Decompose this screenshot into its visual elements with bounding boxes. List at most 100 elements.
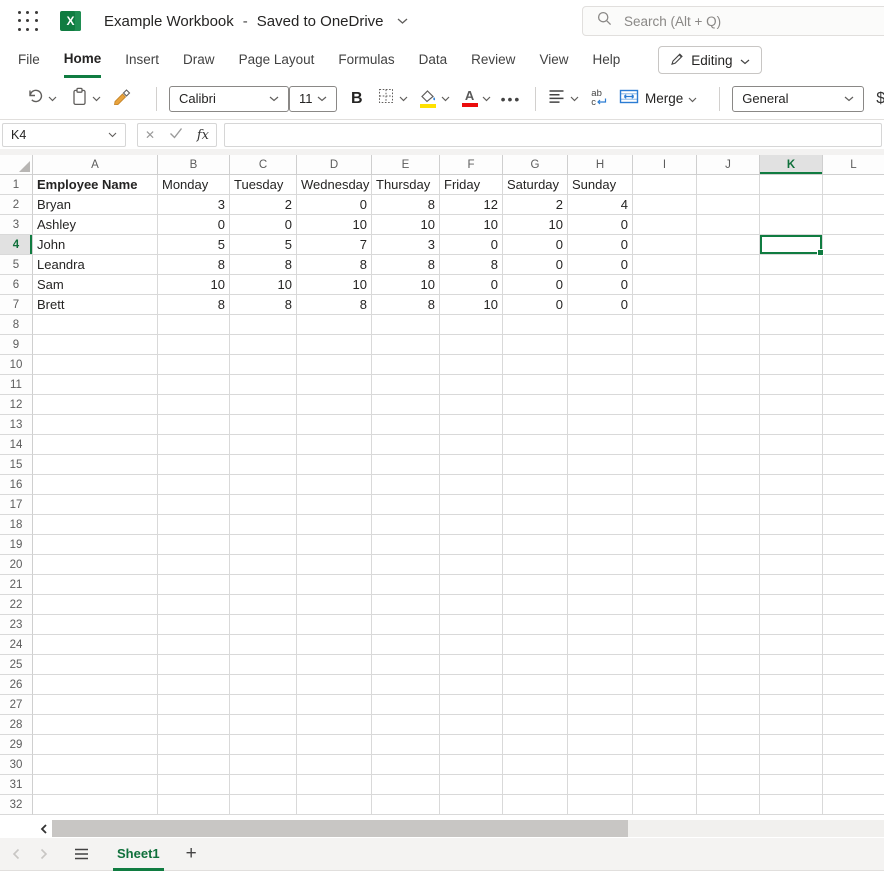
add-sheet-button[interactable]: + xyxy=(186,843,197,865)
cell-H20[interactable] xyxy=(568,555,633,575)
cell-I21[interactable] xyxy=(633,575,697,595)
cell-D13[interactable] xyxy=(297,415,372,435)
cell-F10[interactable] xyxy=(440,355,503,375)
cell-K23[interactable] xyxy=(760,615,823,635)
cell-B29[interactable] xyxy=(158,735,230,755)
cell-E5[interactable]: 8 xyxy=(372,255,440,275)
cell-D21[interactable] xyxy=(297,575,372,595)
cell-L26[interactable] xyxy=(823,675,884,695)
cell-H28[interactable] xyxy=(568,715,633,735)
cell-J16[interactable] xyxy=(697,475,760,495)
cell-I19[interactable] xyxy=(633,535,697,555)
cell-D15[interactable] xyxy=(297,455,372,475)
cell-C18[interactable] xyxy=(230,515,297,535)
cell-G10[interactable] xyxy=(503,355,568,375)
cell-C19[interactable] xyxy=(230,535,297,555)
cell-A25[interactable] xyxy=(33,655,158,675)
row-header-12[interactable]: 12 xyxy=(0,395,33,415)
cell-C30[interactable] xyxy=(230,755,297,775)
cell-E21[interactable] xyxy=(372,575,440,595)
menu-tab-page-layout[interactable]: Page Layout xyxy=(239,42,315,78)
cell-H1[interactable]: Sunday xyxy=(568,175,633,195)
menu-tab-formulas[interactable]: Formulas xyxy=(338,42,394,78)
cell-D14[interactable] xyxy=(297,435,372,455)
cell-G19[interactable] xyxy=(503,535,568,555)
cell-J3[interactable] xyxy=(697,215,760,235)
cell-H25[interactable] xyxy=(568,655,633,675)
cell-D22[interactable] xyxy=(297,595,372,615)
cell-H14[interactable] xyxy=(568,435,633,455)
cell-C27[interactable] xyxy=(230,695,297,715)
cell-H4[interactable]: 0 xyxy=(568,235,633,255)
cell-C15[interactable] xyxy=(230,455,297,475)
cell-B27[interactable] xyxy=(158,695,230,715)
cell-F12[interactable] xyxy=(440,395,503,415)
cell-F3[interactable]: 10 xyxy=(440,215,503,235)
cell-A13[interactable] xyxy=(33,415,158,435)
cell-B11[interactable] xyxy=(158,375,230,395)
cell-E22[interactable] xyxy=(372,595,440,615)
row-header-3[interactable]: 3 xyxy=(0,215,33,235)
column-header-E[interactable]: E xyxy=(372,155,440,175)
cell-A16[interactable] xyxy=(33,475,158,495)
row-header-20[interactable]: 20 xyxy=(0,555,33,575)
cell-E18[interactable] xyxy=(372,515,440,535)
row-header-27[interactable]: 27 xyxy=(0,695,33,715)
cell-D17[interactable] xyxy=(297,495,372,515)
cell-F22[interactable] xyxy=(440,595,503,615)
cell-C20[interactable] xyxy=(230,555,297,575)
cell-F9[interactable] xyxy=(440,335,503,355)
cell-L16[interactable] xyxy=(823,475,884,495)
cell-H7[interactable]: 0 xyxy=(568,295,633,315)
cell-E19[interactable] xyxy=(372,535,440,555)
cell-H30[interactable] xyxy=(568,755,633,775)
cell-G8[interactable] xyxy=(503,315,568,335)
insert-function-button[interactable]: fx xyxy=(197,128,209,143)
cell-G17[interactable] xyxy=(503,495,568,515)
cell-J22[interactable] xyxy=(697,595,760,615)
font-name-select[interactable]: Calibri xyxy=(169,86,289,112)
cell-H16[interactable] xyxy=(568,475,633,495)
search-box[interactable] xyxy=(582,6,884,36)
cell-J8[interactable] xyxy=(697,315,760,335)
cell-I17[interactable] xyxy=(633,495,697,515)
cell-F24[interactable] xyxy=(440,635,503,655)
cell-L13[interactable] xyxy=(823,415,884,435)
menu-tab-home[interactable]: Home xyxy=(64,42,102,78)
cell-I13[interactable] xyxy=(633,415,697,435)
cell-G22[interactable] xyxy=(503,595,568,615)
cell-I29[interactable] xyxy=(633,735,697,755)
cell-C13[interactable] xyxy=(230,415,297,435)
cell-G6[interactable]: 0 xyxy=(503,275,568,295)
cell-K4[interactable] xyxy=(760,235,823,255)
cell-B30[interactable] xyxy=(158,755,230,775)
cell-F15[interactable] xyxy=(440,455,503,475)
cell-B22[interactable] xyxy=(158,595,230,615)
cell-C9[interactable] xyxy=(230,335,297,355)
cell-A6[interactable]: Sam xyxy=(33,275,158,295)
row-header-23[interactable]: 23 xyxy=(0,615,33,635)
cell-H12[interactable] xyxy=(568,395,633,415)
cell-L5[interactable] xyxy=(823,255,884,275)
cell-D24[interactable] xyxy=(297,635,372,655)
cell-A18[interactable] xyxy=(33,515,158,535)
editing-mode-button[interactable]: Editing xyxy=(658,46,761,74)
prev-sheet-button[interactable] xyxy=(12,848,20,860)
cell-F17[interactable] xyxy=(440,495,503,515)
row-header-24[interactable]: 24 xyxy=(0,635,33,655)
cell-D3[interactable]: 10 xyxy=(297,215,372,235)
cell-H18[interactable] xyxy=(568,515,633,535)
number-format-select[interactable]: General xyxy=(732,86,864,112)
cell-D8[interactable] xyxy=(297,315,372,335)
cell-D23[interactable] xyxy=(297,615,372,635)
cell-E20[interactable] xyxy=(372,555,440,575)
cell-H5[interactable]: 0 xyxy=(568,255,633,275)
all-sheets-button[interactable] xyxy=(74,848,89,860)
cell-G18[interactable] xyxy=(503,515,568,535)
workbook-title[interactable]: Example Workbook xyxy=(104,13,234,30)
row-header-26[interactable]: 26 xyxy=(0,675,33,695)
cell-C26[interactable] xyxy=(230,675,297,695)
cell-F14[interactable] xyxy=(440,435,503,455)
chevron-down-icon[interactable] xyxy=(570,96,579,102)
cell-E28[interactable] xyxy=(372,715,440,735)
